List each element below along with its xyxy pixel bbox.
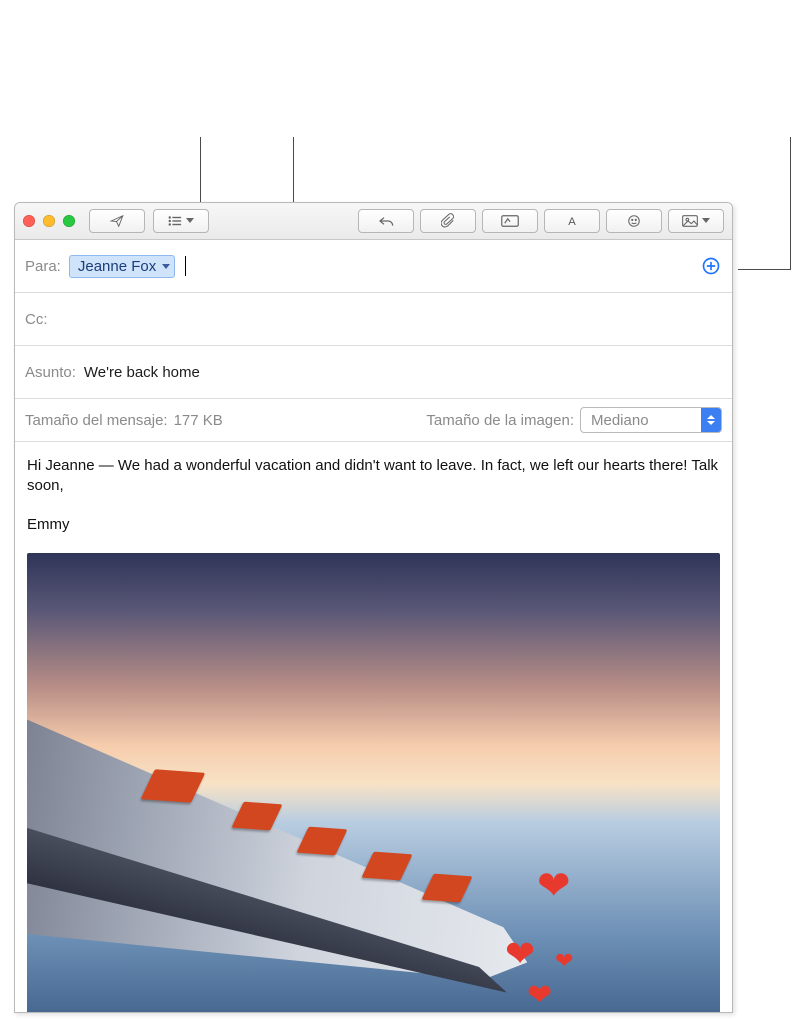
font-a-icon: A: [565, 214, 579, 228]
header-fields-button[interactable]: [153, 209, 209, 233]
callout-leader-3b: [738, 269, 790, 270]
close-window-button[interactable]: [23, 215, 35, 227]
cc-input[interactable]: [56, 310, 723, 329]
heart-sticker: ❤: [555, 948, 573, 974]
attached-image[interactable]: ❤ ❤ ❤ ❤: [27, 553, 720, 1013]
attach-button[interactable]: [420, 209, 476, 233]
chevron-down-icon: [702, 218, 710, 224]
recipient-pill[interactable]: Jeanne Fox: [69, 255, 175, 278]
stepper-arrows-icon: [701, 408, 721, 432]
emoji-button[interactable]: [606, 209, 662, 233]
message-size-value: 177 KB: [174, 412, 223, 429]
recipient-name: Jeanne Fox: [78, 258, 156, 275]
header-fields: Para: Jeanne Fox Cc: Asunto: We're back …: [15, 240, 732, 442]
photo-browser-button[interactable]: [668, 209, 724, 233]
heart-sticker: ❤: [537, 863, 571, 909]
body-signature: Emmy: [27, 515, 720, 535]
add-contact-button[interactable]: [700, 255, 722, 277]
reply-arrow-icon: [378, 215, 394, 227]
paperclip-icon: [441, 213, 455, 229]
body-paragraph: Hi Jeanne — We had a wonderful vacation …: [27, 456, 720, 497]
smiley-icon: [627, 214, 641, 228]
minimize-window-button[interactable]: [43, 215, 55, 227]
size-row: Tamaño del mensaje: 177 KB Tamaño de la …: [15, 399, 732, 442]
chevron-down-icon: [162, 264, 170, 269]
markup-icon: [501, 215, 519, 227]
reply-button[interactable]: [358, 209, 414, 233]
to-label: Para:: [25, 258, 61, 275]
image-size-value: Mediano: [581, 412, 701, 429]
chevron-down-icon: [186, 218, 194, 224]
paper-plane-icon: [108, 214, 126, 228]
zoom-window-button[interactable]: [63, 215, 75, 227]
wing-flap: [231, 801, 282, 830]
window-controls: [23, 215, 81, 227]
cc-label: Cc:: [25, 311, 48, 328]
image-size-label: Tamaño de la imagen:: [426, 412, 574, 429]
send-button[interactable]: [89, 209, 145, 233]
titlebar: A: [15, 203, 732, 240]
list-icon: [168, 215, 182, 227]
wing-flap: [296, 826, 347, 855]
wing-flap: [361, 851, 412, 880]
markup-button[interactable]: [482, 209, 538, 233]
compose-window: A Para: Jeanne Fox: [14, 202, 733, 1013]
message-size-label: Tamaño del mensaje:: [25, 412, 168, 429]
heart-sticker: ❤: [505, 933, 535, 975]
heart-sticker: ❤: [527, 978, 552, 1013]
subject-label: Asunto:: [25, 364, 76, 381]
format-button[interactable]: A: [544, 209, 600, 233]
svg-text:A: A: [568, 216, 576, 228]
subject-row[interactable]: Asunto: We're back home: [15, 346, 732, 399]
plus-circle-icon: [701, 256, 721, 276]
subject-value[interactable]: We're back home: [84, 364, 200, 381]
wing-flap: [421, 873, 472, 902]
callout-leader-3: [790, 137, 791, 270]
message-body[interactable]: Hi Jeanne — We had a wonderful vacation …: [15, 442, 732, 535]
cc-row[interactable]: Cc:: [15, 293, 732, 346]
image-size-select[interactable]: Mediano: [580, 407, 722, 433]
to-row[interactable]: Para: Jeanne Fox: [15, 240, 732, 293]
text-cursor: [185, 256, 186, 276]
callout-leader-1: [200, 137, 201, 205]
photo-icon: [682, 215, 698, 227]
